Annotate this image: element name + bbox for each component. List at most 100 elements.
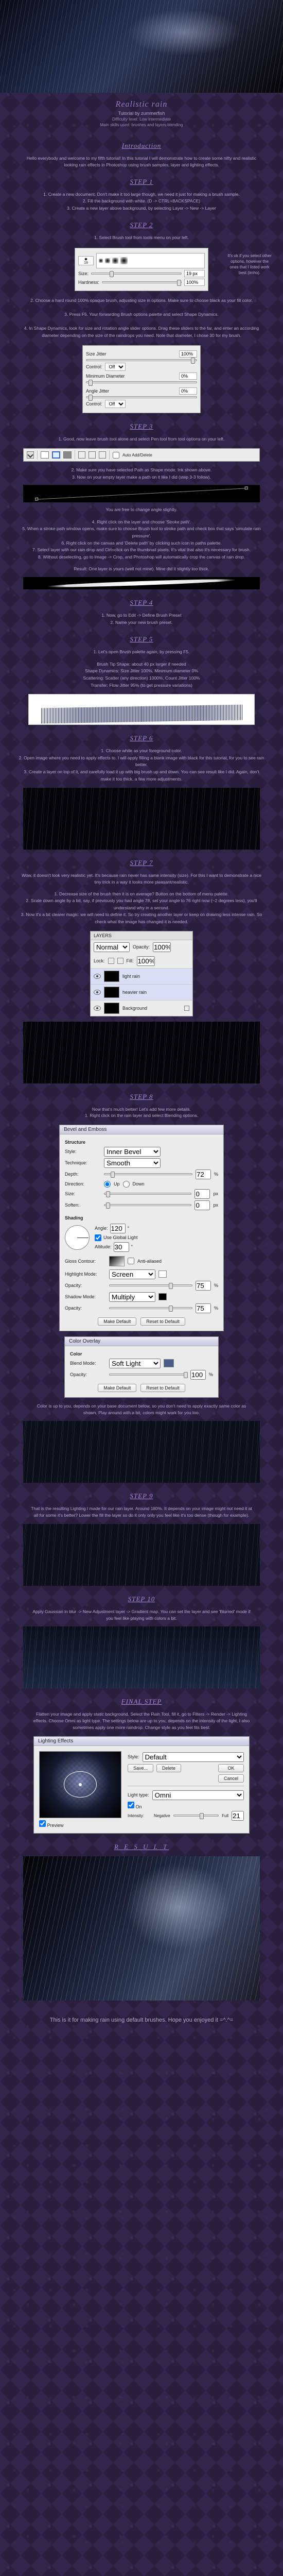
pen-option-icon[interactable] [78,451,85,459]
pen-option-icon[interactable] [99,451,106,459]
lighting-preview[interactable] [39,1751,121,1818]
path-mode-icon[interactable] [52,451,60,459]
brush-hardness-input[interactable] [184,279,205,286]
angle-input[interactable] [110,1224,126,1233]
rain-sample-4 [23,1524,260,1586]
step3-i2: 2. Make sure you have selected Path as S… [0,467,283,474]
step3-result: Result: One layer is yours (well not min… [0,566,283,573]
lock-position-icon[interactable] [117,958,123,964]
fill-mode-icon[interactable] [63,451,72,459]
delete-button[interactable]: Delete [156,1764,181,1772]
direction-up-radio[interactable] [104,1181,111,1188]
technique-label: Technique: [65,1160,101,1165]
size-jitter-input[interactable] [179,350,197,358]
layer-thumb [104,1003,119,1014]
make-default-button[interactable]: Make Default [98,1317,136,1326]
min-diameter-input[interactable] [179,372,197,380]
global-light-checkbox[interactable] [95,1234,101,1241]
bevel-technique-select[interactable]: Smooth [104,1158,161,1168]
step2-head: STEP 2 [0,221,283,229]
bevel-style-select[interactable]: Inner Bevel [104,1147,161,1157]
min-diameter-label: Minimum Diameter [86,374,125,379]
control-select-2[interactable]: Off [105,400,126,408]
brush-dot-icon [105,258,110,263]
shape-dynamics-panel: Size Jitter Control:Off Minimum Diameter… [82,345,201,413]
negative-label: Negative [154,1814,170,1818]
pen-option-icon[interactable] [89,451,96,459]
preview-checkbox[interactable] [39,1820,46,1827]
eye-icon[interactable] [94,990,101,995]
step7-t3: 2. Scale down angle by a bit, say, if pr… [18,897,265,911]
angle-wheel[interactable] [65,1225,90,1250]
shape-mode-icon[interactable] [41,451,49,459]
overlay-blend-select[interactable]: Soft Light [109,1359,161,1368]
layer-row-bg[interactable]: Background [91,1000,192,1016]
highlight-mode-select[interactable]: Screen [109,1269,155,1279]
soften-input[interactable] [194,1200,210,1210]
pen-tool-icon [27,451,34,459]
on-label: On [136,1804,142,1809]
overlay-opacity-input[interactable] [190,1370,206,1380]
step2-i2: 2. Choose a hard round 100% opaque brush… [18,297,265,304]
shadow-opacity-label: Opacity: [65,1306,106,1311]
eye-icon[interactable] [94,974,101,979]
lock-pixels-icon[interactable] [108,958,114,964]
step10-head: STEP 10 [0,1595,283,1603]
shadow-mode-select[interactable]: Multiply [109,1292,155,1302]
rain-sample-1 [23,788,260,850]
overlay-color-swatch[interactable] [164,1359,174,1367]
reset-default-button[interactable]: Reset to Default [140,1384,185,1392]
light-type-select[interactable]: Omni [152,1790,244,1800]
lighting-effects-dialog: Lighting Effects Preview Style: Default … [33,1736,250,1834]
layer-row-rain1[interactable]: heavier rain [91,984,192,1000]
antialiased-label: Anti-aliased [137,1259,162,1264]
intensity-label: Intensity: [128,1814,151,1818]
auto-add-checkbox[interactable] [113,452,119,459]
control-select[interactable]: Off [105,363,126,371]
layer-row-rain2[interactable]: light rain [91,968,192,984]
eye-icon[interactable] [94,1006,101,1011]
depth-label: Depth: [65,1172,101,1177]
highlight-color-swatch[interactable] [158,1270,167,1278]
opacity-input[interactable] [153,942,171,952]
brush-panel-1: 19 Size: Hardness: [75,248,208,291]
cancel-button[interactable]: Cancel [218,1774,244,1783]
rain-sample-5 [23,1626,260,1688]
save-button[interactable]: Save... [128,1764,153,1772]
le-style-select[interactable]: Default [143,1752,244,1762]
overlay-blend-label: Blend Mode: [70,1361,106,1366]
ok-button[interactable]: OK [218,1764,244,1772]
shadow-opacity-input[interactable] [196,1303,211,1313]
make-default-button[interactable]: Make Default [98,1384,136,1392]
angle-jitter-label: Angle Jitter [86,388,109,394]
layers-panel: LAYERS Normal Opacity: Lock: Fill: light… [90,931,193,1016]
fill-input[interactable] [137,956,155,966]
brush-stroke-preview [28,694,255,725]
control-label-2: Control: [86,401,102,406]
direction-down-radio[interactable] [123,1181,130,1188]
step3-i3: 3. Now on your empty layer make a path o… [0,474,283,481]
layers-tab[interactable]: LAYERS [91,931,192,940]
step5-i1: 1. Let's open Brush palette again, by pr… [0,649,283,656]
intensity-input[interactable] [232,1811,244,1821]
blend-mode-select[interactable]: Normal [94,942,130,952]
rain-sample-2 [23,1022,260,1083]
antialiased-checkbox[interactable] [128,1258,134,1264]
global-light-label: Use Global Light [103,1235,138,1240]
reset-default-button[interactable]: Reset to Default [140,1317,185,1326]
size-label: Size: [65,1191,101,1196]
brush-size-input[interactable] [184,270,205,277]
highlight-opacity-input[interactable] [196,1281,211,1291]
light-on-checkbox[interactable] [128,1802,134,1808]
step2-rest: 2. Choose a hard round 100% opaque brush… [0,297,283,340]
shadow-color-swatch[interactable] [158,1293,167,1300]
depth-input[interactable] [196,1170,211,1179]
altitude-input[interactable] [114,1242,129,1252]
step7-rest: 1. Decrease size of the brush then it is… [0,891,283,926]
step3-i5: 5. When a stroke path window opens, make… [18,526,265,539]
angle-jitter-input[interactable] [179,387,197,395]
bevel-size-input[interactable] [194,1189,210,1199]
step8-text: Now that's much better! Let's add few mo… [0,1106,283,1113]
contour-picker[interactable] [109,1256,125,1266]
control-label: Control: [86,364,102,369]
